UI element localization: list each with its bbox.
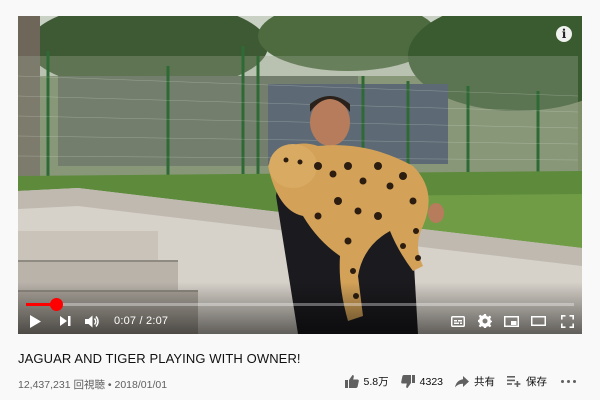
next-button[interactable] [52, 308, 78, 334]
progress-bar[interactable] [26, 298, 574, 311]
thumbs-down-icon [400, 375, 415, 388]
duration: 2:07 [146, 315, 169, 327]
view-count: 12,437,231 回視聴 [18, 379, 105, 391]
more-dot [567, 380, 570, 383]
upload-date: 2018/01/01 [114, 379, 168, 391]
play-icon [30, 314, 41, 328]
like-button[interactable]: 5.8万 [344, 374, 389, 389]
miniplayer-button[interactable] [498, 308, 525, 334]
video-player[interactable]: i 0:07 / 2:07 [18, 16, 582, 334]
current-time: 0:07 [114, 315, 137, 327]
time-display: 0:07 / 2:07 [114, 315, 168, 327]
save-button[interactable]: 保存 [507, 374, 547, 389]
settings-button[interactable] [471, 308, 498, 334]
share-label: 共有 [474, 376, 495, 388]
theater-mode-button[interactable] [525, 308, 552, 334]
subtitles-icon [450, 315, 465, 327]
player-controls: 0:07 / 2:07 [18, 308, 582, 334]
more-actions-icon[interactable] [561, 375, 576, 389]
share-button[interactable]: 共有 [455, 374, 495, 389]
video-title: JAGUAR AND TIGER PLAYING WITH OWNER! [18, 351, 301, 366]
fullscreen-icon [560, 314, 574, 328]
thumbs-up-icon [344, 375, 359, 388]
share-icon [455, 375, 469, 387]
like-count: 5.8万 [363, 376, 389, 388]
volume-icon [84, 315, 99, 327]
playlist-add-icon [507, 376, 521, 387]
fullscreen-button[interactable] [552, 308, 582, 334]
dislike-count: 4323 [419, 375, 443, 388]
miniplayer-icon [504, 315, 519, 327]
play-button[interactable] [18, 308, 52, 334]
volume-button[interactable] [78, 308, 106, 334]
info-icon[interactable]: i [556, 26, 572, 42]
video-actions: 5.8万 4323 共有 保存 [333, 374, 576, 389]
settings-icon [477, 314, 492, 328]
more-dot [561, 380, 564, 383]
subtitles-button[interactable] [444, 308, 471, 334]
video-meta: 12,437,231 回視聴 • 2018/01/01 [18, 377, 167, 392]
dislike-button[interactable]: 4323 [400, 375, 443, 388]
theater-icon [531, 316, 546, 326]
time-separator: / [136, 315, 146, 327]
save-label: 保存 [526, 376, 547, 388]
more-dot [573, 380, 576, 383]
next-icon [59, 316, 70, 326]
